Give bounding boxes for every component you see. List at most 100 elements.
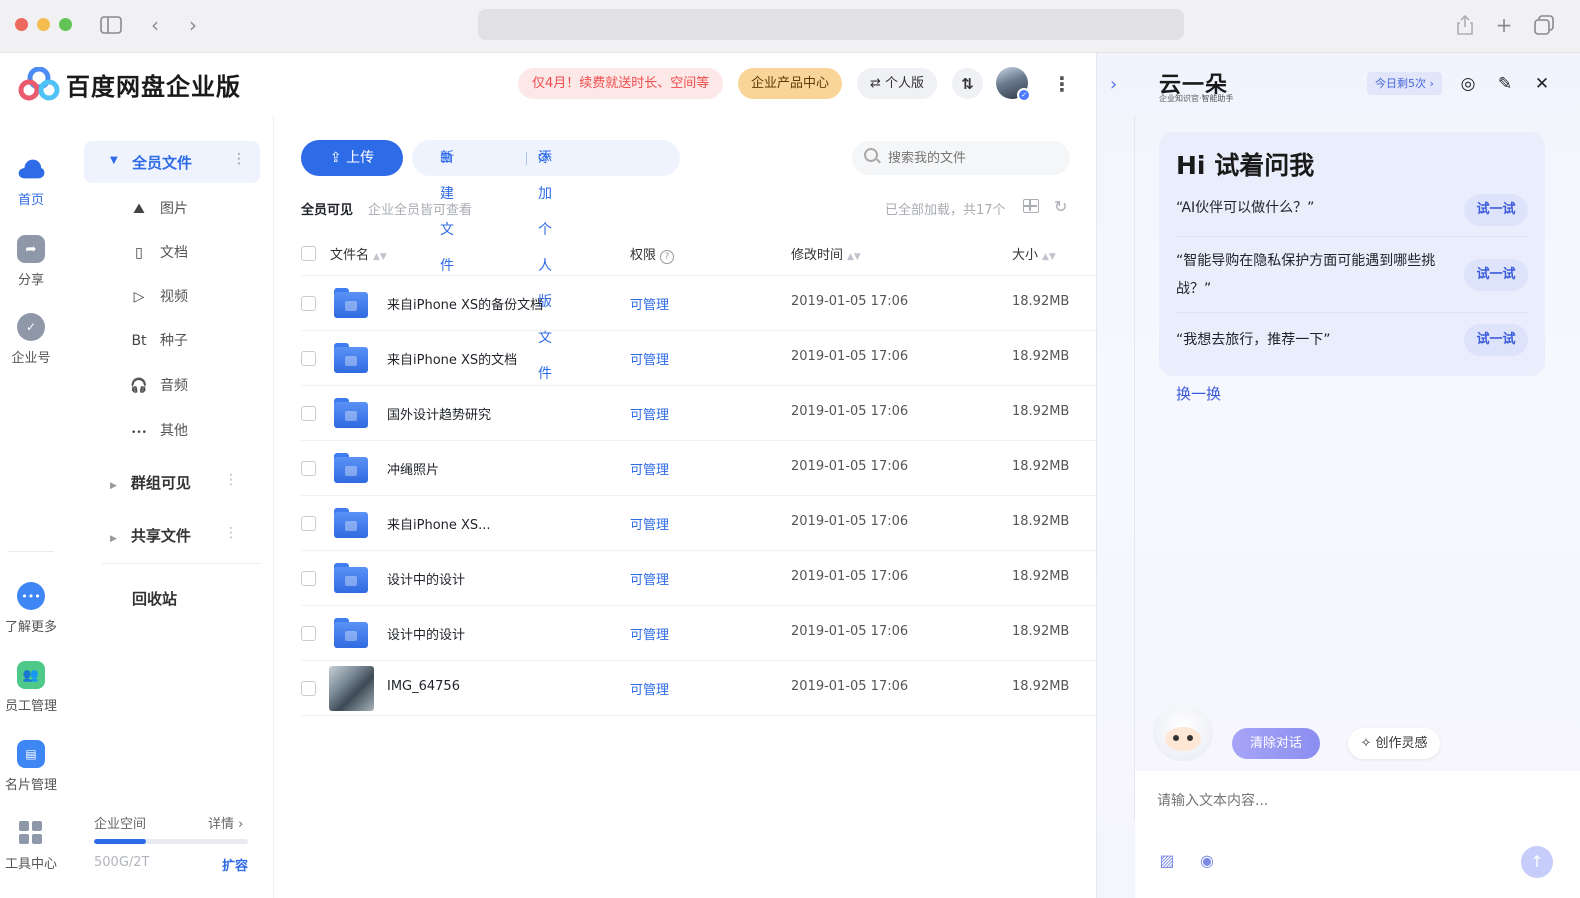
table-row[interactable]: 来自iPhone XS... 可管理 2019-01-05 17:06 18.92MB [274, 496, 1134, 551]
back-icon[interactable]: ‹ [142, 12, 168, 38]
file-name[interactable]: 来自iPhone XS的文档 [387, 349, 517, 368]
nav-group-visible[interactable]: ▶ 群组可见 ⋮ [110, 472, 260, 496]
row-checkbox[interactable] [301, 406, 316, 421]
rail-item-cards[interactable]: ▤ 名片管理 [0, 740, 62, 793]
inspiration-label: 创作灵感 [1375, 736, 1428, 751]
file-name[interactable]: 国外设计趋势研究 [387, 404, 491, 423]
more-vertical-icon[interactable]: ⋮ [224, 472, 238, 488]
baidu-netdisk-logo-icon [18, 67, 60, 101]
table-row[interactable]: IMG_64756 可管理 2019-01-05 17:06 18.92MB [274, 661, 1134, 716]
image-upload-icon[interactable]: ▨ [1157, 851, 1177, 871]
column-header-name[interactable]: 文件名 ▲▼ [330, 244, 387, 263]
table-row[interactable]: 国外设计趋势研究 可管理 2019-01-05 17:06 18.92MB [274, 386, 1134, 441]
row-checkbox[interactable] [301, 681, 316, 696]
grid-view-icon[interactable] [1023, 199, 1039, 213]
row-checkbox[interactable] [301, 296, 316, 311]
collapse-panel-icon[interactable]: › [1110, 74, 1117, 95]
tab-overview-icon[interactable] [1531, 12, 1557, 38]
nav-sub-other[interactable]: ••• 其他 [130, 420, 188, 442]
column-header-perm: 权限? [630, 244, 675, 264]
more-menu-icon[interactable]: ⋮ [1052, 71, 1072, 97]
row-checkbox[interactable] [301, 516, 316, 531]
product-center-button[interactable]: 企业产品中心 [738, 68, 843, 99]
inspiration-button[interactable]: ✧ 创作灵感 [1348, 728, 1440, 759]
row-checkbox[interactable] [301, 626, 316, 641]
ai-quota-badge[interactable]: 今日剩5次 › [1367, 72, 1442, 95]
more-vertical-icon[interactable]: ⋮ [224, 525, 238, 541]
table-row[interactable]: 来自iPhone XS的文档 可管理 2019-01-05 17:06 18.92MB [274, 331, 1134, 386]
close-window-button[interactable] [15, 18, 28, 31]
help-icon[interactable]: ? [660, 250, 675, 264]
nav-sub-docs[interactable]: ▯ 文档 [130, 242, 188, 264]
space-detail-link[interactable]: 详情 › [208, 813, 243, 832]
nav-sub-audio[interactable]: 🎧 音频 [130, 375, 188, 397]
select-all-checkbox[interactable] [301, 246, 316, 261]
nav-recycle-bin[interactable]: 回收站 [132, 588, 177, 609]
permission[interactable]: 可管理 [630, 294, 669, 313]
table-row[interactable]: 设计中的设计 可管理 2019-01-05 17:06 18.92MB [274, 606, 1134, 661]
rail-item-tools[interactable]: 工具中心 [0, 819, 62, 872]
table-row[interactable]: 设计中的设计 可管理 2019-01-05 17:06 18.92MB [274, 551, 1134, 606]
file-name[interactable]: 来自iPhone XS的备份文档 [387, 294, 543, 313]
column-header-time[interactable]: 修改时间 ▲▼ [791, 244, 861, 263]
permission[interactable]: 可管理 [630, 404, 669, 423]
clear-chat-button[interactable]: 清除对话 [1232, 728, 1320, 759]
file-name[interactable]: 冲绳照片 [387, 459, 439, 478]
file-name[interactable]: 设计中的设计 [387, 569, 465, 588]
permission[interactable]: 可管理 [630, 679, 669, 698]
try-button[interactable]: 试一试 [1464, 259, 1528, 291]
nav-sub-video[interactable]: ▷ 视频 [130, 286, 188, 308]
personal-edition-button[interactable]: ⇄ 个人版 [857, 68, 938, 99]
rail-item-enterprise[interactable]: ✓ 企业号 [0, 313, 62, 366]
caret-right-icon: ▶ [110, 534, 117, 544]
table-row[interactable]: 冲绳照片 可管理 2019-01-05 17:06 18.92MB [274, 441, 1134, 496]
search-input[interactable] [852, 141, 1070, 175]
share-icon[interactable] [1452, 12, 1478, 38]
row-checkbox[interactable] [301, 571, 316, 586]
nav-sub-torrent[interactable]: Bt 种子 [130, 330, 188, 352]
transfer-icon[interactable]: ⇅ [952, 68, 983, 99]
rail-item-share[interactable]: ➦ 分享 [0, 235, 62, 288]
promo-banner[interactable]: 仅4月！续费就送时长、空间等 [518, 68, 724, 99]
try-button[interactable]: 试一试 [1464, 324, 1528, 356]
try-button[interactable]: 试一试 [1464, 194, 1528, 226]
more-vertical-icon[interactable]: ⋮ [232, 151, 246, 167]
permission[interactable]: 可管理 [630, 514, 669, 533]
new-tab-icon[interactable]: + [1491, 12, 1517, 38]
close-icon[interactable]: ✕ [1531, 73, 1553, 95]
ai-message-input[interactable] [1157, 789, 1537, 813]
row-checkbox[interactable] [301, 351, 316, 366]
row-checkbox[interactable] [301, 461, 316, 476]
folder-icon [334, 343, 368, 373]
rail-item-home[interactable]: 首页 [0, 155, 62, 208]
nav-sub-images[interactable]: ⛰ 图片 [130, 198, 188, 220]
address-bar[interactable] [478, 9, 1184, 40]
file-name[interactable]: IMG_64756 [387, 679, 460, 694]
send-button[interactable]: ↑ [1521, 846, 1553, 878]
more-dots-icon: ••• [131, 428, 147, 438]
minimize-window-button[interactable] [37, 18, 50, 31]
column-header-size[interactable]: 大小 ▲▼ [1012, 244, 1056, 263]
voice-icon[interactable]: ◉ [1197, 851, 1217, 871]
permission[interactable]: 可管理 [630, 569, 669, 588]
space-expand-link[interactable]: 扩容 [222, 855, 248, 874]
permission[interactable]: 可管理 [630, 349, 669, 368]
target-icon[interactable]: ◎ [1457, 73, 1479, 95]
suggestion-text: “AI伙伴可以做什么？” [1176, 200, 1315, 216]
table-row[interactable]: 来自iPhone XS的备份文档 可管理 2019-01-05 17:06 18.92… [274, 276, 1134, 331]
refresh-icon[interactable]: ↻ [1054, 197, 1067, 216]
permission[interactable]: 可管理 [630, 624, 669, 643]
forward-icon[interactable]: › [180, 12, 206, 38]
sidebar-toggle-icon[interactable] [98, 12, 124, 38]
permission[interactable]: 可管理 [630, 459, 669, 478]
nav-all-files[interactable]: ▼ 全员文件 ⋮ [84, 141, 260, 183]
upload-button[interactable]: ⇪ 上传 [301, 140, 403, 176]
file-name[interactable]: 来自iPhone XS... [387, 514, 491, 533]
zoom-window-button[interactable] [59, 18, 72, 31]
edit-icon[interactable]: ✎ [1494, 73, 1516, 95]
file-name[interactable]: 设计中的设计 [387, 624, 465, 643]
shuffle-suggestions-link[interactable]: 换一换 [1176, 383, 1221, 404]
rail-item-staff[interactable]: 👥 员工管理 [0, 661, 62, 714]
nav-shared-files[interactable]: ▶ 共享文件 ⋮ [110, 525, 260, 549]
rail-item-learn-more[interactable]: ••• 了解更多 [0, 582, 62, 635]
